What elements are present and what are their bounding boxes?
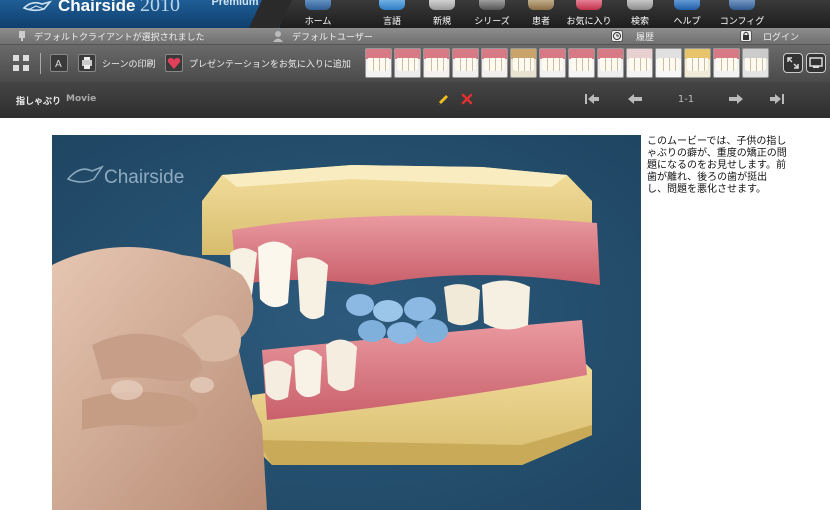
nav-home-label: ホーム: [304, 17, 332, 27]
heart-icon: [576, 0, 602, 10]
scene-thumbnail[interactable]: [713, 48, 740, 78]
add-favorite-button[interactable]: [165, 54, 183, 72]
client-status-text: デフォルトクライアントが選択されました: [34, 33, 205, 43]
first-page-icon[interactable]: [584, 92, 600, 106]
nav-search-label: 検索: [630, 17, 649, 27]
next-arrow-icon[interactable]: [728, 92, 744, 106]
scene-thumbnail[interactable]: [597, 48, 624, 78]
nav-language-label: 言語: [382, 17, 401, 27]
nav-patients-button[interactable]: 患者: [522, 0, 560, 28]
print-scene-label[interactable]: シーンの印刷: [102, 57, 156, 70]
user-icon: [273, 31, 283, 42]
heart-icon: [167, 58, 181, 69]
add-favorite-label[interactable]: プレゼンテーションをお気に入りに追加: [189, 57, 351, 70]
nav-search-button[interactable]: 検索: [620, 0, 660, 28]
home-icon: [305, 0, 331, 10]
nav-series-label: シリーズ: [474, 17, 510, 27]
scene-thumbnail[interactable]: [742, 48, 769, 78]
status-bar: デフォルトクライアントが選択されました デフォルトユーザー 履歴 ログイン: [0, 28, 830, 45]
patient-icon: [528, 0, 554, 10]
lock-icon: [740, 30, 752, 42]
nav-new-button[interactable]: 新規: [421, 0, 463, 28]
language-icon: [379, 0, 405, 10]
page-counter: 1-1: [677, 94, 695, 105]
nav-config-label: コンフィグ: [719, 17, 765, 27]
presentation-mode-button[interactable]: [806, 53, 826, 73]
history-link[interactable]: 履歴: [636, 30, 654, 43]
app-year: 2010: [140, 0, 180, 16]
scene-thumbnail[interactable]: [684, 48, 711, 78]
nav-patients-label: 患者: [531, 17, 550, 27]
print-scene-button[interactable]: [78, 54, 96, 72]
fullscreen-button[interactable]: [783, 53, 803, 73]
search-icon: [627, 0, 653, 10]
chairside-logo-icon: [22, 0, 52, 12]
brand-banner: Chairside 2010 Premium: [0, 0, 280, 28]
nav-favorites-button[interactable]: お気に入り: [564, 0, 614, 28]
player-title-bar: 指しゃぶり Movie 1-1: [0, 82, 830, 118]
nav-favorites-label: お気に入り: [566, 17, 612, 27]
pencil-icon[interactable]: [435, 92, 451, 108]
scene-thumbnail[interactable]: [365, 48, 392, 78]
nav-home-button[interactable]: ホーム: [296, 0, 340, 28]
toolbar: A シーンの印刷 プレゼンテーションをお気に入りに追加: [0, 45, 830, 82]
media-title: 指しゃぶり: [16, 97, 62, 107]
movie-frame: Chairside: [52, 135, 641, 510]
nav-language-button[interactable]: 言語: [371, 0, 413, 28]
content-area: Chairside このムービーでは、子供の指しゃぶりの癖が、重度の矯正の問題に…: [0, 118, 830, 510]
nav-help-label: ヘルプ: [673, 17, 701, 27]
printer-icon: [82, 57, 92, 69]
nav-series-button[interactable]: シリーズ: [469, 0, 515, 28]
scene-thumbnail[interactable]: [423, 48, 450, 78]
media-type: Movie: [66, 94, 97, 104]
login-link[interactable]: ログイン: [763, 30, 799, 43]
toolbar-separator: [40, 53, 41, 74]
nav-new-label: 新規: [432, 17, 451, 27]
user-status-text[interactable]: デフォルトユーザー: [292, 30, 373, 43]
svg-text:A: A: [55, 59, 62, 70]
app-edition: Premium: [211, 0, 259, 8]
scene-thumbnail[interactable]: [626, 48, 653, 78]
scene-thumbnail[interactable]: [510, 48, 537, 78]
new-document-icon: [429, 0, 455, 10]
movie-description: このムービーでは、子供の指しゃぶりの癖が、重度の矯正の問題になるのをお見せします…: [647, 136, 787, 195]
text-scale-button[interactable]: A: [50, 54, 68, 72]
scene-thumbnail[interactable]: [568, 48, 595, 78]
help-icon: [674, 0, 700, 10]
expand-icon: [787, 57, 799, 69]
scene-thumbnail[interactable]: [394, 48, 421, 78]
clock-icon: [611, 30, 623, 42]
gear-icon: [729, 0, 755, 10]
scene-thumbnail[interactable]: [481, 48, 508, 78]
x-icon[interactable]: [460, 92, 474, 106]
app-name: Chairside: [58, 0, 136, 15]
layout-grid-button[interactable]: [12, 54, 30, 72]
watermark-text: Chairside: [104, 167, 184, 188]
client-icon: [19, 31, 25, 41]
nav-help-button[interactable]: ヘルプ: [668, 0, 706, 28]
top-nav-bar: Chairside 2010 Premium ホーム 言語 新規 シリーズ 患者…: [0, 0, 830, 28]
last-page-icon[interactable]: [769, 92, 785, 106]
scene-thumbnail[interactable]: [452, 48, 479, 78]
movie-player[interactable]: Chairside: [52, 135, 641, 510]
grid-icon: [13, 55, 29, 71]
scene-thumbnail[interactable]: [539, 48, 566, 78]
film-reel-icon: [479, 0, 505, 10]
app-window: Chairside 2010 Premium ホーム 言語 新規 シリーズ 患者…: [0, 0, 830, 510]
text-size-icon: A: [55, 59, 62, 70]
prev-arrow-icon[interactable]: [627, 92, 643, 106]
scene-thumbnail[interactable]: [655, 48, 682, 78]
nav-config-button[interactable]: コンフィグ: [716, 0, 768, 28]
presentation-icon: [809, 57, 823, 68]
